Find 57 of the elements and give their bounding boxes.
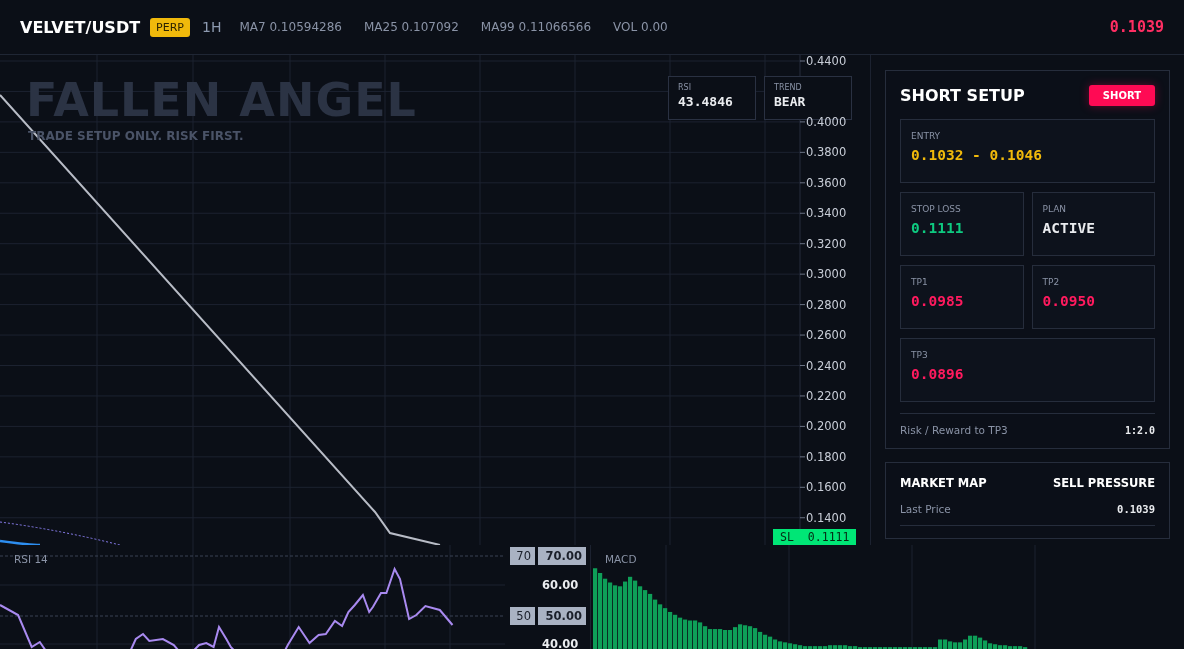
rsi-axis-label: 60.00 [542,578,579,592]
market-label: Last Price [900,503,951,515]
indicator-stat: VOL 0.00 [613,20,668,34]
price-axis-label: 0.3000 [806,267,847,282]
last-price: 0.1039 [1109,18,1164,36]
market-value: 0.1039 [1117,503,1155,515]
price-axis-label: 0.2400 [806,358,847,373]
price-axis-label: 0.4400 [806,55,847,68]
field-value: ACTIVE [1042,220,1096,236]
field-label: PLAN [1042,204,1068,214]
rsi-axis-label: 40.00 [542,637,579,649]
field-value: 0.0950 [1042,293,1096,309]
indicator-stat: MA25 0.107092 [363,20,459,34]
price-axis-label: 0.3800 [806,145,847,160]
price-axis-label: 0.1800 [806,449,847,464]
setup-title: SHORT SETUP [900,86,1025,105]
price-axis-label: 0.2200 [806,388,847,403]
price-axis-label: 0.1600 [806,480,847,495]
level-value: 70.00 [538,547,586,565]
level-tag: 50 [510,607,535,625]
price-axis-label: 0.4000 [806,114,847,129]
field-value: 0.1111 [911,220,965,236]
field-label: TP1 [911,277,929,287]
tag-value: 0.1111 [806,529,851,545]
price-axis-label: 0.3600 [806,175,847,190]
panel-title: MACD [605,553,637,565]
field-label: TP3 [911,350,929,360]
level-value: 50.00 [538,607,586,625]
interval-label[interactable]: 1H [201,19,222,35]
level-tag: 70 [510,547,535,565]
market-map-title: MARKET MAP [900,476,987,490]
perp-badge: PERP [150,17,190,37]
price-axis-label: 0.2800 [806,297,847,312]
field-value: 0.1032 - 0.1046 [911,147,1043,163]
symbol-title: VELVET/USDT [20,17,141,37]
price-axis-label: 0.3400 [806,206,847,221]
indicator-stat: MA7 0.10594286 [239,20,342,34]
indicator-label: TREND [774,83,803,92]
price-axis-label: 0.3200 [806,236,847,251]
field-label: STOP LOSS [911,204,962,214]
indicator-stat: MA99 0.11066566 [480,20,592,34]
risk-value: 1:2.0 [1124,424,1155,436]
field-value: 0.0985 [911,293,965,309]
field-label: TP2 [1042,277,1061,287]
tag-label: SL [779,529,795,545]
short-button[interactable]: SHORT [1088,85,1155,106]
field-label: ENTRY [911,131,942,141]
price-axis-label: 0.1400 [806,510,847,525]
risk-label: Risk / Reward to TP3 [900,424,1008,436]
indicator-label: RSI [678,83,692,92]
field-value: 0.0896 [911,366,965,382]
indicator-value: 43.4846 [678,94,734,109]
price-axis-label: 0.2600 [806,328,847,343]
panel-title: RSI 14 [14,553,48,565]
indicator-value: BEAR [774,94,807,109]
price-axis-label: 0.2000 [806,419,847,434]
market-status: SELL PRESSURE [1052,476,1155,490]
